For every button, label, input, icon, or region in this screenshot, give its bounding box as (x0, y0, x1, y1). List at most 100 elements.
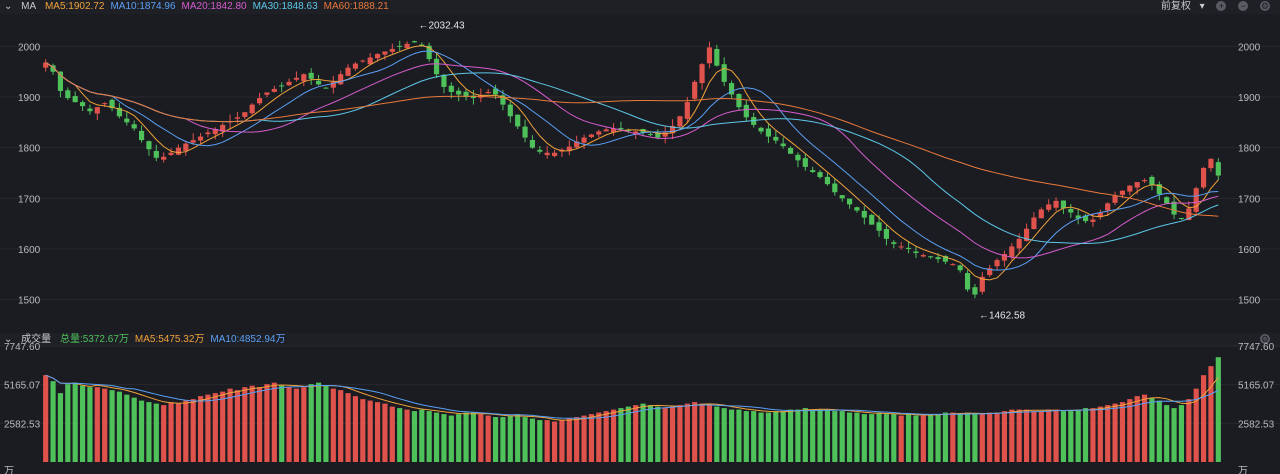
volume-bar (138, 400, 145, 462)
candle-body (905, 247, 912, 249)
price-axis-label-left: 1900 (18, 93, 41, 104)
candle-body (293, 77, 300, 80)
candle-body (389, 48, 395, 52)
volume-bar (522, 417, 528, 462)
volume-bar (183, 400, 189, 462)
volume-bar (957, 414, 963, 462)
volume-axis-label-left: 7747.60 (4, 342, 41, 353)
candle-body (1149, 176, 1155, 186)
candle-body (352, 63, 359, 69)
volume-axis-label-right: 2582.53 (1238, 419, 1275, 430)
volume-bar (1200, 375, 1207, 462)
volume-bar (94, 387, 100, 462)
candle-body (374, 53, 381, 59)
volume-bar (706, 405, 713, 462)
ma20-line (45, 62, 1219, 259)
volume-bar (795, 409, 801, 462)
candle-body (1068, 208, 1074, 213)
candle-body (891, 242, 897, 244)
volume-bar (102, 388, 108, 462)
candle-body (935, 257, 941, 260)
volume-bar (1134, 396, 1140, 462)
volume-bar (529, 418, 536, 462)
volume-bar (79, 385, 86, 462)
candle-body (153, 151, 159, 158)
candle-body (1193, 188, 1199, 212)
candle-body (581, 137, 587, 143)
candle-body (382, 51, 388, 55)
volume-bar (736, 409, 742, 462)
candle-body (846, 198, 853, 205)
volume-bar (205, 394, 211, 462)
candle-body (588, 134, 595, 138)
candle-body (301, 74, 307, 82)
candle-body (765, 128, 772, 137)
volume-bar (286, 387, 292, 462)
volume-bar (876, 412, 882, 462)
candle-body (249, 104, 255, 114)
candle-body (286, 81, 292, 86)
candle-body (603, 129, 609, 132)
candle-body (183, 143, 189, 151)
candle-body (138, 130, 145, 141)
candle-body (1134, 182, 1140, 188)
volume-bar (411, 411, 418, 462)
volume-bar (168, 402, 174, 462)
volume-bar (65, 384, 71, 462)
volume-bar (640, 403, 646, 462)
candle-body (773, 136, 779, 141)
candle-body (1200, 167, 1207, 188)
volume-bar (256, 387, 263, 462)
volume-bar (581, 415, 587, 462)
volume-bar (596, 412, 602, 462)
volume-bar (470, 412, 477, 462)
volume-bar (714, 406, 720, 462)
high-price-annotation: ←2032.43 (418, 20, 465, 31)
candle-body (315, 80, 322, 85)
candle-body (456, 90, 462, 95)
volume-bar (197, 396, 204, 462)
volume-bar (463, 412, 469, 462)
volume-bar (441, 414, 447, 462)
volume-bar (419, 409, 425, 462)
volume-bar (832, 411, 838, 462)
volume-bar (699, 403, 705, 462)
volume-bar (301, 387, 307, 462)
volume-bar (677, 405, 683, 462)
price-axis-label-left: 2000 (18, 42, 41, 53)
volume-bar (751, 411, 757, 462)
volume-bar (1053, 409, 1059, 462)
candle-body (1119, 190, 1126, 195)
volume-bar (935, 414, 941, 462)
price-axis-label-right: 2000 (1238, 42, 1261, 53)
candle-body (861, 210, 867, 218)
volume-bar (433, 412, 440, 462)
volume-bar (338, 390, 344, 462)
volume-bar (692, 402, 698, 462)
candle-body (411, 41, 418, 43)
candle-body (1215, 162, 1221, 176)
candle-body (87, 108, 93, 112)
volume-bar (124, 394, 130, 462)
volume-bar (655, 406, 661, 462)
kline-chart[interactable]: 2000 2000 1900 1900 1800 1800 1700 1700 1600 1600… (0, 0, 1280, 474)
candle-body (787, 147, 794, 154)
candle-body (743, 104, 749, 118)
volume-bar (515, 414, 521, 462)
volume-bar (905, 414, 912, 462)
price-axis-label-left: 1700 (18, 194, 41, 205)
volume-bar (1112, 403, 1118, 462)
volume-bar (979, 414, 985, 462)
candle-body (692, 81, 698, 99)
volume-bar (1097, 406, 1103, 462)
volume-bar (50, 381, 56, 462)
candle-body (596, 131, 602, 135)
volume-bar (1023, 409, 1030, 462)
price-axis-label-right: 1700 (1238, 194, 1261, 205)
volume-bar (913, 415, 919, 462)
volume-bar (404, 409, 410, 462)
candle-body (308, 72, 314, 79)
volume-bar (728, 409, 735, 462)
candle-body (1016, 238, 1022, 249)
candle-body (448, 85, 454, 92)
